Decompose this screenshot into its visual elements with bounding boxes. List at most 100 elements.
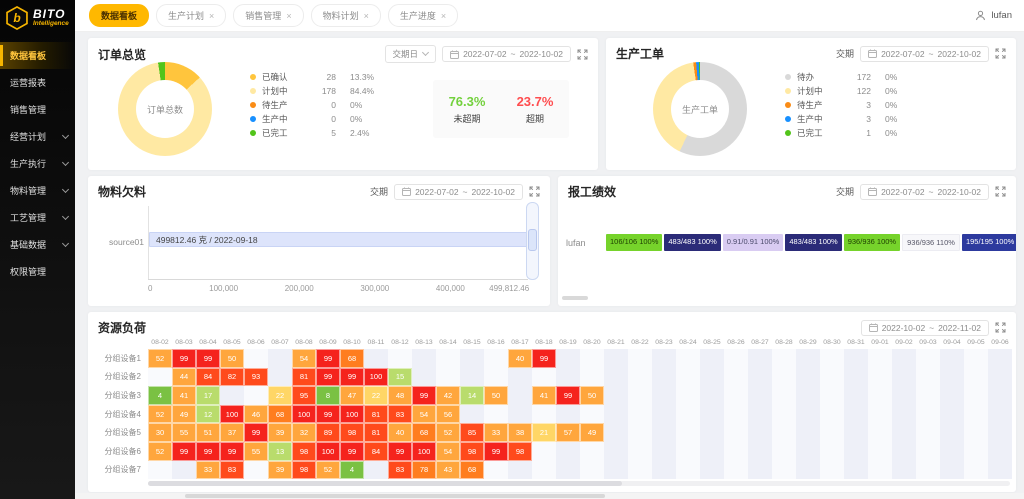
heatmap-cell[interactable] <box>796 386 820 405</box>
heatmap-cell[interactable] <box>964 349 988 368</box>
tab-5[interactable]: 生产进度× <box>388 4 458 27</box>
heatmap-cell[interactable]: 52 <box>148 349 172 368</box>
heatmap-cell[interactable]: 39 <box>268 423 292 442</box>
heatmap-cell[interactable] <box>988 423 1012 442</box>
heatmap-cell[interactable] <box>604 405 628 424</box>
heatmap-cell[interactable] <box>940 349 964 368</box>
heatmap-cell[interactable] <box>820 349 844 368</box>
heatmap-cell[interactable]: 99 <box>340 442 364 461</box>
sidebar-item-6[interactable]: 物料管理 <box>0 177 75 204</box>
heatmap-cell[interactable]: 81 <box>292 368 316 387</box>
heatmap-cell[interactable] <box>580 442 604 461</box>
heatmap-cell[interactable]: 17 <box>196 386 220 405</box>
heatmap-cell[interactable] <box>244 461 268 480</box>
heatmap-cell[interactable] <box>628 442 652 461</box>
heatmap-cell[interactable] <box>700 461 724 480</box>
heatmap-cell[interactable] <box>532 405 556 424</box>
heatmap-cell[interactable]: 15 <box>388 368 412 387</box>
heatmap-cell[interactable] <box>484 349 508 368</box>
heatmap-cell[interactable] <box>172 461 196 480</box>
heatmap-cell[interactable] <box>940 423 964 442</box>
heatmap-cell[interactable]: 40 <box>388 423 412 442</box>
heatmap-cell[interactable] <box>652 442 676 461</box>
heatmap-cell[interactable] <box>892 442 916 461</box>
heatmap-cell[interactable] <box>628 405 652 424</box>
heatmap-cell[interactable] <box>892 423 916 442</box>
heatmap-cell[interactable]: 99 <box>484 442 508 461</box>
heatmap-cell[interactable] <box>748 442 772 461</box>
close-icon[interactable]: × <box>286 13 291 19</box>
heatmap-cell[interactable] <box>820 386 844 405</box>
heatmap-cell[interactable]: 14 <box>460 386 484 405</box>
heatmap-cell[interactable]: 33 <box>196 461 220 480</box>
sidebar-item-2[interactable]: 运营报表 <box>0 69 75 96</box>
wo-donut-chart[interactable]: 生产工单 <box>653 62 747 156</box>
user-menu[interactable]: lufan <box>975 10 1012 21</box>
heatmap-cell[interactable] <box>964 368 988 387</box>
heatmap-cell[interactable] <box>364 349 388 368</box>
heatmap-cell[interactable] <box>244 386 268 405</box>
heatmap-cell[interactable] <box>868 368 892 387</box>
heatmap-cell[interactable]: 33 <box>484 423 508 442</box>
heatmap-cell[interactable]: 41 <box>172 386 196 405</box>
heatmap-cell[interactable] <box>844 349 868 368</box>
heatmap-cell[interactable]: 98 <box>292 461 316 480</box>
heatmap-cell[interactable] <box>460 405 484 424</box>
perf-block[interactable]: 936/936 110% <box>902 234 960 251</box>
heatmap-cell[interactable]: 41 <box>532 386 556 405</box>
heatmap-cell[interactable] <box>628 423 652 442</box>
heatmap-cell[interactable]: 4 <box>340 461 364 480</box>
heatmap-cell[interactable]: 54 <box>436 442 460 461</box>
tab-1[interactable]: 数据看板 <box>89 4 149 27</box>
heatmap-cell[interactable] <box>580 349 604 368</box>
heatmap-cell[interactable]: 81 <box>364 405 388 424</box>
heatmap-cell[interactable]: 78 <box>412 461 436 480</box>
heatmap-cell[interactable]: 99 <box>196 349 220 368</box>
heatmap-cell[interactable] <box>796 368 820 387</box>
heatmap-cell[interactable] <box>268 368 292 387</box>
heatmap-cell[interactable]: 68 <box>412 423 436 442</box>
heatmap-cell[interactable]: 50 <box>220 349 244 368</box>
heatmap-cell[interactable]: 100 <box>316 442 340 461</box>
expand-icon[interactable] <box>995 186 1006 197</box>
heatmap-cell[interactable] <box>556 442 580 461</box>
heatmap-scroll-track[interactable] <box>148 481 1010 486</box>
heatmap-cell[interactable]: 95 <box>292 386 316 405</box>
heatmap-cell[interactable]: 68 <box>340 349 364 368</box>
heatmap-cell[interactable]: 52 <box>316 461 340 480</box>
heatmap-cell[interactable] <box>916 405 940 424</box>
order-donut-chart[interactable]: 订单总数 <box>118 62 212 156</box>
heatmap-cell[interactable] <box>964 442 988 461</box>
heatmap-cell[interactable] <box>436 349 460 368</box>
order-date-type-select[interactable]: 交期日 <box>385 45 437 63</box>
heatmap-cell[interactable]: 55 <box>244 442 268 461</box>
heatmap-cell[interactable]: 99 <box>388 442 412 461</box>
heatmap-cell[interactable] <box>676 423 700 442</box>
heatmap-cell[interactable] <box>532 442 556 461</box>
heatmap-cell[interactable] <box>748 368 772 387</box>
heatmap-cell[interactable] <box>988 461 1012 480</box>
heatmap-cell[interactable] <box>724 442 748 461</box>
heatmap-cell[interactable] <box>700 442 724 461</box>
heatmap-cell[interactable] <box>484 461 508 480</box>
heatmap-cell[interactable]: 99 <box>316 349 340 368</box>
heatmap-cell[interactable] <box>412 349 436 368</box>
heatmap-cell[interactable]: 100 <box>364 368 388 387</box>
heatmap-cell[interactable]: 13 <box>268 442 292 461</box>
heatmap-cell[interactable] <box>916 423 940 442</box>
heatmap-cell[interactable]: 42 <box>436 386 460 405</box>
heatmap-cell[interactable] <box>724 461 748 480</box>
heatmap-cell[interactable] <box>820 405 844 424</box>
heatmap-cell[interactable] <box>676 368 700 387</box>
heatmap-cell[interactable] <box>580 368 604 387</box>
heatmap-cell[interactable]: 89 <box>316 423 340 442</box>
heatmap-cell[interactable] <box>436 368 460 387</box>
heatmap-cell[interactable] <box>844 423 868 442</box>
heatmap-cell[interactable] <box>988 349 1012 368</box>
heatmap-cell[interactable] <box>556 405 580 424</box>
heatmap-cell[interactable]: 21 <box>532 423 556 442</box>
heatmap-cell[interactable]: 98 <box>460 442 484 461</box>
heatmap-cell[interactable]: 100 <box>412 442 436 461</box>
heatmap-cell[interactable] <box>604 368 628 387</box>
material-bar[interactable]: 499812.46 克 / 2022-09-18 <box>149 232 527 247</box>
